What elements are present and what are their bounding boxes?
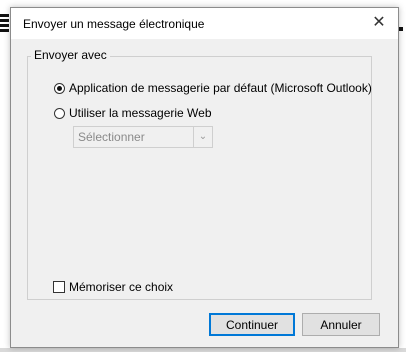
webmail-select[interactable]: Sélectionner ⌄ bbox=[73, 126, 213, 148]
dialog-titlebar: Envoyer un message électronique ✕ bbox=[11, 8, 398, 39]
dialog-title: Envoyer un message électronique bbox=[23, 17, 205, 31]
remember-choice-box[interactable] bbox=[53, 281, 65, 293]
cancel-button[interactable]: Annuler bbox=[302, 313, 380, 336]
background-fragment-right bbox=[399, 27, 403, 31]
radio-web-mail[interactable]: Utiliser la messagerie Web bbox=[54, 106, 212, 120]
radio-web-mail-label[interactable]: Utiliser la messagerie Web bbox=[69, 106, 212, 120]
close-icon[interactable]: ✕ bbox=[366, 11, 392, 35]
radio-default-app-label[interactable]: Application de messagerie par défaut (Mi… bbox=[69, 81, 372, 95]
continue-button[interactable]: Continuer bbox=[209, 313, 295, 336]
radio-default-app-button[interactable] bbox=[54, 82, 65, 94]
webmail-select-value: Sélectionner bbox=[78, 130, 145, 144]
remember-choice-label[interactable]: Mémoriser ce choix bbox=[69, 280, 173, 294]
radio-web-mail-button[interactable] bbox=[54, 107, 65, 119]
send-with-legend: Envoyer avec bbox=[31, 48, 110, 62]
remember-choice-checkbox[interactable]: Mémoriser ce choix bbox=[53, 280, 173, 294]
chevron-down-icon: ⌄ bbox=[193, 127, 212, 147]
radio-default-app[interactable]: Application de messagerie par défaut (Mi… bbox=[54, 81, 372, 95]
background-fragment-bottom bbox=[0, 348, 406, 352]
background-fragment-left bbox=[0, 14, 9, 34]
